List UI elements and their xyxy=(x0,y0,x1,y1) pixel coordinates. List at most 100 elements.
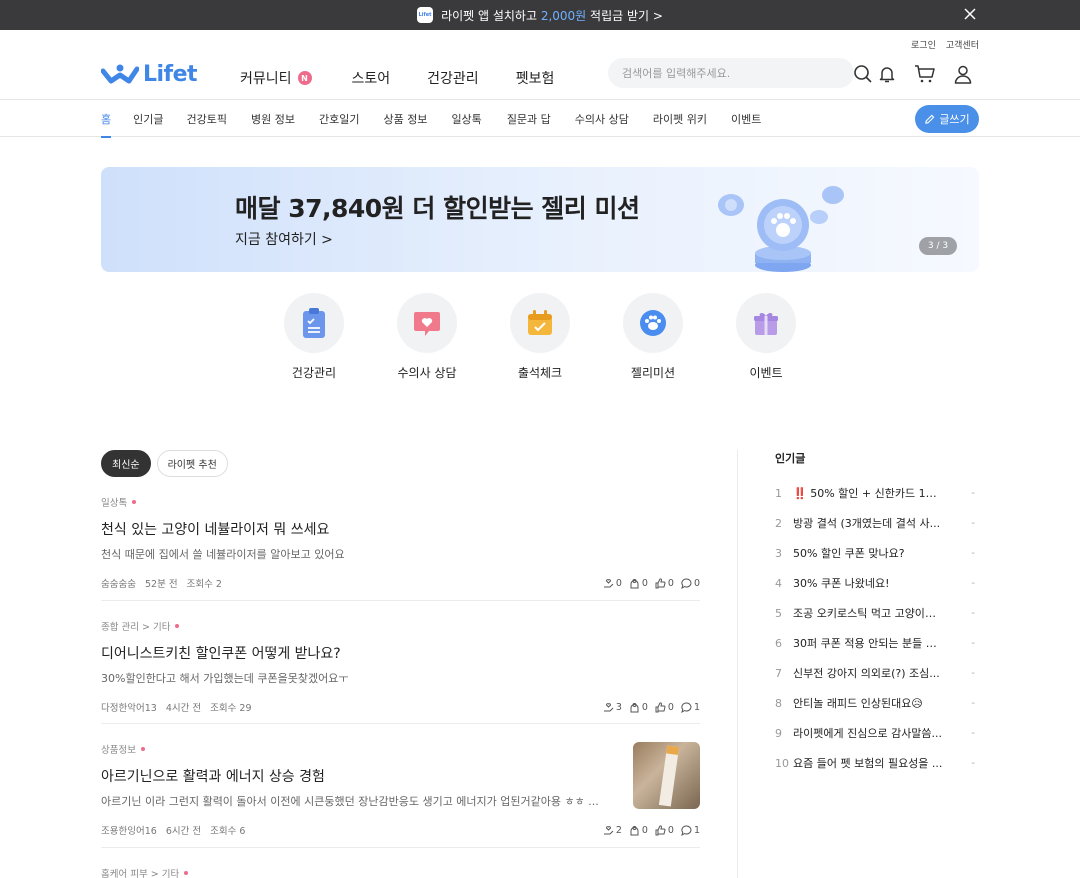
popular-item[interactable]: 10 요즘 들어 펫 보험의 필요성을 ... - xyxy=(775,748,975,778)
post-views: 조회수 6 xyxy=(210,826,246,837)
write-label: 글쓰기 xyxy=(939,113,970,126)
popular-item[interactable]: 5 조공 오키로스틱 먹고 고양이들... - xyxy=(775,598,975,628)
popular-item[interactable]: 2 방광 결석 (3개였는데 결석 사... - xyxy=(775,508,975,538)
promo-text[interactable]: 라이펫 앱 설치하고 2,000원 적립금 받기 > xyxy=(441,7,663,24)
comment-icon xyxy=(681,701,692,713)
quick-attendance-label: 출석체크 xyxy=(517,366,563,380)
gift-icon xyxy=(754,312,778,335)
nav-health[interactable]: 건강관리 xyxy=(427,68,479,88)
tab-daily-talk[interactable]: 일상톡 xyxy=(451,100,481,137)
popular-item[interactable]: 6 30퍼 쿠폰 적용 안되는 분들 이... - xyxy=(775,628,975,658)
nav-community-label: 커뮤니티 xyxy=(240,71,292,87)
app-icon: Lifet xyxy=(417,7,434,23)
hand-heart-icon xyxy=(603,825,614,834)
banner-cta[interactable]: 지금 참여하기 > xyxy=(235,229,333,249)
post-item[interactable]: 일상톡 천식 있는 고양이 네뷸라이저 뭐 쓰세요 천식 때문에 집에서 쓸 네… xyxy=(101,495,700,601)
promo-accent: 2,000원 xyxy=(540,8,587,23)
new-dot xyxy=(184,871,189,875)
logo-text: Lifet xyxy=(143,62,198,87)
promo-bar[interactable]: Lifet 라이펫 앱 설치하고 2,000원 적립금 받기 > xyxy=(0,0,1080,30)
quick-vet-consult[interactable]: 수의사 상담 xyxy=(382,293,472,381)
rank-number: 7 xyxy=(775,666,782,680)
tab-product-info[interactable]: 상품 정보 xyxy=(383,100,427,137)
rank-change: - xyxy=(971,697,975,709)
stat-like: 0 xyxy=(655,576,674,590)
promo-banner[interactable]: 매달 37,840원 더 할인받는 젤리 미션 지금 참여하기 > 3 / 3 xyxy=(101,167,979,272)
heart-chat-icon xyxy=(414,312,440,336)
post-category: 홈케어 피부 > 기타 xyxy=(101,869,180,878)
user-icon[interactable] xyxy=(952,63,974,85)
chip-recommended[interactable]: 라이펫 추천 xyxy=(156,450,228,477)
nav-insurance[interactable]: 펫보험 xyxy=(516,68,555,88)
logo-icon xyxy=(101,64,139,83)
rank-number: 4 xyxy=(775,576,782,590)
post-category: 상품정보 xyxy=(101,745,136,756)
tab-home[interactable]: 홈 xyxy=(101,100,112,138)
comment-icon xyxy=(681,577,692,589)
stat-care: 2 xyxy=(603,823,622,837)
tab-popular[interactable]: 인기글 xyxy=(133,100,163,137)
popular-title: 안티놀 래피드 인상된대요😥 xyxy=(793,697,923,710)
tab-qna[interactable]: 질문과 답 xyxy=(507,100,551,137)
tab-nursing-diary[interactable]: 간호일기 xyxy=(319,100,359,137)
popular-item[interactable]: 7 신부전 강아지 의외로(?) 조심... - xyxy=(775,658,975,688)
popular-item[interactable]: 4 30% 쿠폰 나왔네요! - xyxy=(775,568,975,598)
paw-outline-icon xyxy=(630,702,639,712)
new-dot xyxy=(175,624,180,628)
quick-jelly-mission[interactable]: 젤리미션 xyxy=(608,293,698,381)
close-icon[interactable] xyxy=(963,7,977,21)
search-icon[interactable] xyxy=(852,63,874,85)
popular-title: 30% 쿠폰 나왔네요! xyxy=(793,577,890,590)
popular-posts: 인기글 1 ‼️ 50% 할인 + 신한카드 12... - 2 방광 결석 (3개였… xyxy=(775,450,975,778)
tab-event[interactable]: 이벤트 xyxy=(731,100,761,137)
new-dot xyxy=(140,747,145,751)
search-input[interactable] xyxy=(622,66,840,80)
new-badge: N xyxy=(297,71,312,85)
popular-title: 30퍼 쿠폰 적용 안되는 분들 이... xyxy=(793,637,943,650)
login-link[interactable]: 로그인 xyxy=(911,38,936,51)
support-link[interactable]: 고객센터 xyxy=(946,38,979,51)
util-links: 로그인 고객센터 xyxy=(911,38,979,51)
main-nav: 커뮤니티 N 스토어 건강관리 펫보험 xyxy=(240,68,554,88)
tab-hospital[interactable]: 병원 정보 xyxy=(251,100,295,137)
banner-title: 매달 37,840원 더 할인받는 젤리 미션 xyxy=(235,194,640,223)
stat-care: 0 xyxy=(603,576,622,590)
tab-vet-consult[interactable]: 수의사 상담 xyxy=(575,100,629,137)
logo[interactable]: Lifet xyxy=(101,62,198,87)
thumbs-up-icon xyxy=(655,824,666,835)
write-button[interactable]: 글쓰기 xyxy=(915,105,979,133)
post-time: 6시간 전 xyxy=(165,826,202,837)
post-item[interactable]: 상품정보 아르기닌으로 활력과 에너지 상승 경험 아르기닌 이라 그런지 활력… xyxy=(101,742,700,848)
chip-latest[interactable]: 최신순 xyxy=(101,450,151,477)
sub-nav: 홈 인기글 건강토픽 병원 정보 간호일기 상품 정보 일상톡 질문과 답 수의… xyxy=(0,99,1080,138)
search-box[interactable] xyxy=(608,58,854,88)
popular-item[interactable]: 3 50% 할인 쿠폰 맞나요? - xyxy=(775,538,975,568)
nav-community[interactable]: 커뮤니티 N xyxy=(240,68,312,88)
popular-item[interactable]: 8 안티놀 래피드 인상된대요😥 - xyxy=(775,688,975,718)
nav-store[interactable]: 스토어 xyxy=(352,68,391,88)
rank-number: 6 xyxy=(775,636,782,650)
paw-outline-icon xyxy=(630,825,639,835)
popular-item[interactable]: 1 ‼️ 50% 할인 + 신한카드 12... - xyxy=(775,478,975,508)
stat-comment: 1 xyxy=(681,823,700,837)
paw-outline-icon xyxy=(630,578,639,588)
post-time: 4시간 전 xyxy=(165,703,202,714)
tab-wiki[interactable]: 라이펫 위키 xyxy=(653,100,707,137)
rank-number: 3 xyxy=(775,546,782,560)
quick-health[interactable]: 건강관리 xyxy=(269,293,359,381)
stat-comment: 1 xyxy=(681,700,700,714)
post-item[interactable]: 홈케어 피부 > 기타 xyxy=(101,866,700,878)
popular-item[interactable]: 9 라이펫에게 진심으로 감사말씀... - xyxy=(775,718,975,748)
rank-change: - xyxy=(971,667,975,679)
post-item[interactable]: 종합 관리 > 기타 디어니스트키친 할인쿠폰 어떻게 받나요? 30%할인한다… xyxy=(101,619,700,724)
stat-like: 0 xyxy=(655,700,674,714)
hand-heart-icon xyxy=(603,702,614,711)
quick-attendance[interactable]: 출석체크 xyxy=(495,293,585,381)
cart-icon[interactable] xyxy=(914,63,936,85)
bell-icon[interactable] xyxy=(876,63,898,85)
quick-event[interactable]: 이벤트 xyxy=(721,293,811,381)
stat-paw: 0 xyxy=(629,823,648,837)
tab-health-topic[interactable]: 건강토픽 xyxy=(187,100,227,137)
post-thumbnail xyxy=(633,742,700,809)
quick-jelly-mission-label: 젤리미션 xyxy=(630,366,676,380)
